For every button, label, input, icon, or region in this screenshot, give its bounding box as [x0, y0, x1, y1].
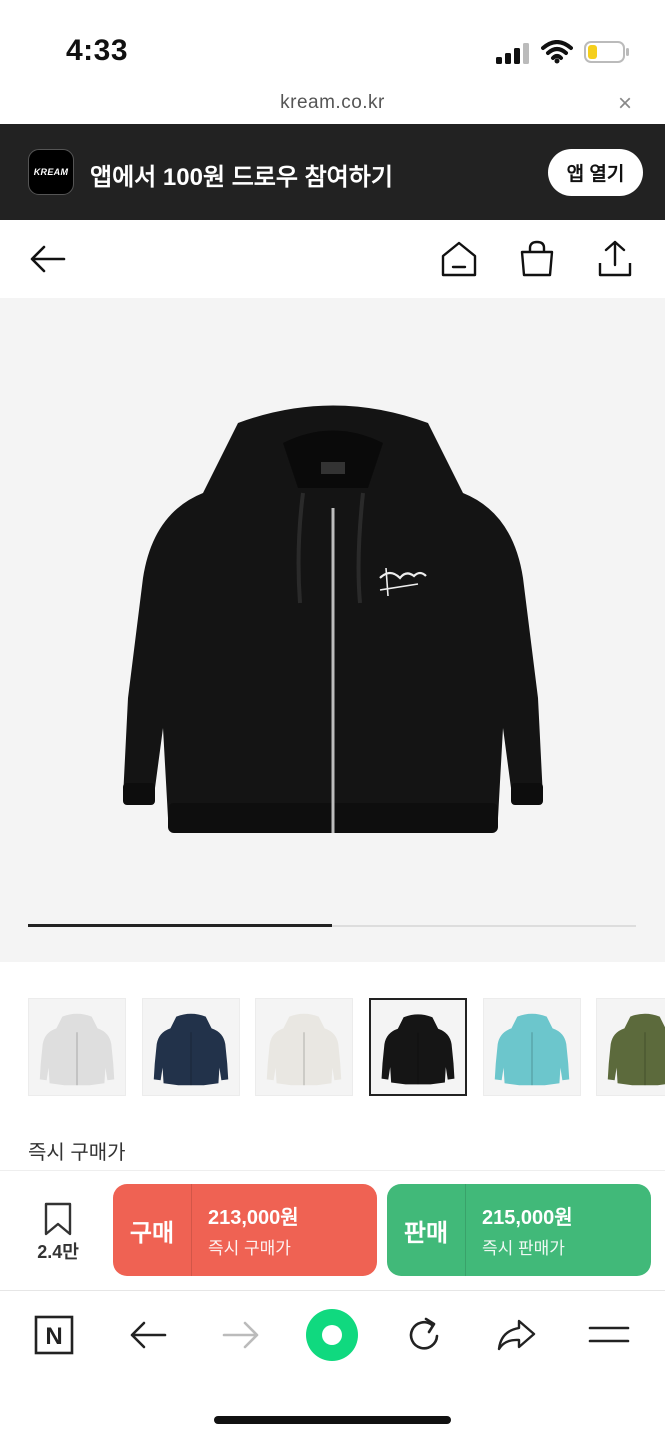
kream-logo: KREAM: [28, 149, 74, 195]
color-thumbnail-olive[interactable]: [596, 998, 665, 1096]
image-carousel-progress: [28, 924, 332, 927]
color-thumbnail-black[interactable]: [369, 998, 467, 1096]
naver-n-icon[interactable]: N: [33, 1314, 75, 1356]
sell-tag: 판매: [387, 1184, 466, 1276]
color-thumbnail-ash-heather[interactable]: [28, 998, 126, 1096]
hoodie-thumbnail-icon: [494, 1013, 570, 1086]
hoodie-thumbnail-icon: [39, 1013, 115, 1086]
green-dot-icon[interactable]: [305, 1308, 359, 1362]
product-image-hoodie: [123, 405, 543, 833]
color-thumbnail-aqua[interactable]: [483, 998, 581, 1096]
back-icon[interactable]: [127, 1314, 169, 1356]
back-arrow-icon[interactable]: [28, 239, 68, 279]
hoodie-thumbnail-icon: [153, 1013, 229, 1086]
forward-icon[interactable]: [220, 1314, 262, 1356]
buy-price: 213,000원: [208, 1207, 299, 1229]
battery-icon: [584, 41, 629, 63]
bookmark-icon[interactable]: [42, 1202, 74, 1236]
buy-button[interactable]: 구매 213,000원 즉시 구매가: [113, 1184, 377, 1276]
open-app-button[interactable]: 앱 열기: [548, 149, 643, 196]
color-thumbnail-natural[interactable]: [255, 998, 353, 1096]
shopping-bag-icon[interactable]: [517, 239, 557, 279]
banner-message: 앱에서 100원 드로우 참여하기: [90, 164, 393, 191]
buy-sub: 즉시 구매가: [208, 1239, 291, 1258]
hoodie-thumbnail-icon: [381, 1014, 455, 1085]
url-text[interactable]: kream.co.kr: [0, 92, 665, 114]
hoodie-thumbnail-icon: [266, 1013, 342, 1086]
cellular-signal-icon: [496, 43, 529, 64]
bookmark-count: 2.4만: [37, 1242, 79, 1262]
buy-tag: 구매: [113, 1184, 192, 1276]
home-icon[interactable]: [439, 239, 479, 279]
hoodie-thumbnail-icon: [607, 1013, 665, 1086]
share-icon[interactable]: [595, 239, 635, 279]
menu-icon[interactable]: [588, 1314, 630, 1356]
sell-button[interactable]: 판매 215,000원 즉시 판매가: [387, 1184, 651, 1276]
wifi-icon: [541, 40, 573, 64]
home-indicator: [214, 1416, 451, 1424]
sell-price: 215,000원: [482, 1207, 573, 1229]
share-arrow-icon[interactable]: [495, 1314, 537, 1356]
instant-buy-price-label: 즉시 구매가: [28, 1142, 126, 1164]
reload-icon[interactable]: [403, 1314, 445, 1356]
close-icon[interactable]: ×: [618, 90, 632, 118]
color-thumbnail-navy[interactable]: [142, 998, 240, 1096]
sell-sub: 즉시 판매가: [482, 1239, 565, 1258]
naver-n-label: N: [45, 1323, 62, 1350]
product-nav: [0, 220, 665, 298]
status-time: 4:33: [66, 34, 129, 67]
